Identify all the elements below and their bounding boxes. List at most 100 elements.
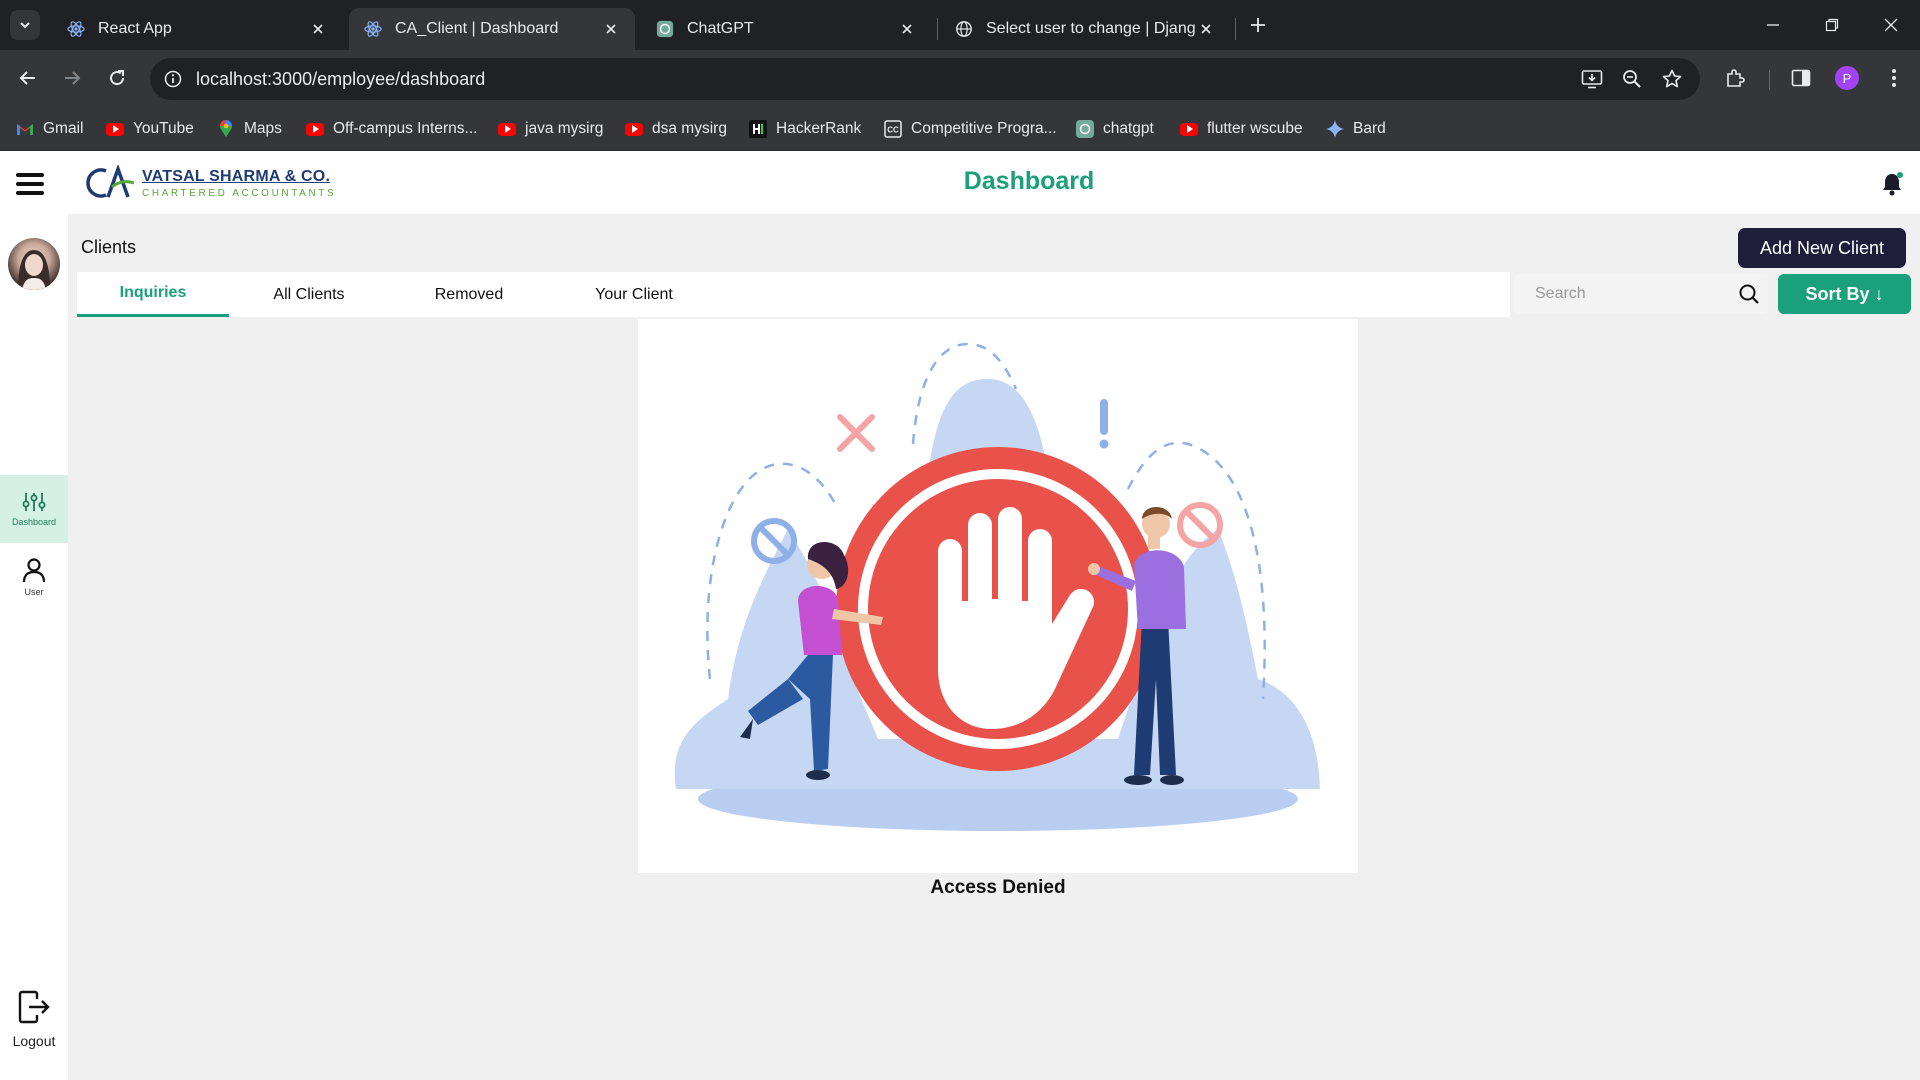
- profile-avatar[interactable]: P: [1835, 66, 1859, 90]
- tab-title: Select user to change | Django s: [986, 20, 1196, 37]
- prohibited-icon-right: [1177, 502, 1223, 548]
- close-icon[interactable]: [601, 19, 621, 39]
- bookmark-label: HackerRank: [776, 120, 862, 137]
- react-icon: [66, 19, 86, 39]
- extensions-button[interactable]: [1718, 61, 1752, 95]
- youtube-icon: [1180, 120, 1198, 138]
- logout-icon: [18, 990, 50, 1024]
- bookmark-hackerrank[interactable]: HackerRank: [749, 117, 861, 141]
- chatgpt-icon: [1076, 120, 1094, 138]
- youtube-icon: [498, 120, 516, 138]
- globe-icon: [954, 19, 974, 39]
- bookmark-label: Competitive Progra...: [911, 120, 1057, 137]
- bookmark-label: flutter wscube: [1207, 120, 1303, 137]
- close-window-button[interactable]: [1862, 0, 1920, 50]
- add-new-client-button[interactable]: Add New Client: [1738, 228, 1906, 268]
- browser-toolbar: localhost:3000/employee/dashboard P: [0, 50, 1920, 107]
- arrow-left-icon: [19, 71, 35, 85]
- bookmark-label: Bard: [1353, 120, 1386, 137]
- browser-tab-strip: React App CA_Client | Dashboard ChatGPT …: [0, 0, 1920, 50]
- chevron-down-icon: [20, 22, 30, 29]
- bookmark-flutter-wscube[interactable]: flutter wscube: [1180, 117, 1303, 141]
- access-denied-illustration: [638, 319, 1358, 873]
- bookmark-youtube[interactable]: YouTube: [106, 117, 194, 141]
- tab-title: ChatGPT: [687, 20, 754, 37]
- zoom-icon[interactable]: [1619, 66, 1645, 92]
- tab-all-clients[interactable]: All Clients: [229, 272, 389, 317]
- gmail-icon: [16, 120, 34, 138]
- close-icon[interactable]: [308, 19, 328, 39]
- maps-icon: [217, 120, 235, 138]
- back-button[interactable]: [11, 61, 45, 95]
- tab-title: CA_Client | Dashboard: [395, 20, 559, 37]
- sliders-icon: [22, 493, 46, 511]
- user-avatar[interactable]: [8, 238, 60, 290]
- more-vertical-icon: [1892, 69, 1896, 87]
- sidebar-item-dashboard[interactable]: Dashboard: [0, 475, 68, 543]
- bookmark-competitive-programming[interactable]: CC Competitive Progra...: [884, 117, 1057, 141]
- reload-button[interactable]: [100, 61, 134, 95]
- sort-by-button[interactable]: Sort By ↓: [1778, 274, 1911, 314]
- logout-button[interactable]: Logout: [0, 989, 68, 1067]
- bookmark-chatgpt[interactable]: chatgpt: [1076, 117, 1154, 141]
- toolbar-divider: [1769, 70, 1770, 90]
- search-icon[interactable]: [1738, 283, 1760, 305]
- bookmark-java-mysirg[interactable]: java mysirg: [498, 117, 603, 141]
- youtube-icon: [625, 120, 643, 138]
- address-bar[interactable]: localhost:3000/employee/dashboard: [150, 58, 1700, 100]
- browser-tab[interactable]: Select user to change | Django s: [940, 8, 1230, 50]
- menu-button[interactable]: [1877, 61, 1911, 95]
- bookmark-off-campus[interactable]: Off-campus Interns...: [306, 117, 477, 141]
- logout-label: Logout: [12, 1033, 56, 1049]
- react-icon: [363, 19, 383, 39]
- tab-separator: [1235, 18, 1236, 40]
- side-panel-button[interactable]: [1784, 61, 1818, 95]
- access-denied-message: Access Denied: [930, 877, 1066, 898]
- youtube-icon: [306, 120, 324, 138]
- close-icon[interactable]: [897, 19, 917, 39]
- bookmark-label: Maps: [244, 120, 282, 137]
- access-denied-image: [674, 342, 1320, 831]
- browser-tab[interactable]: React App: [52, 8, 342, 50]
- puzzle-icon: [1727, 69, 1745, 87]
- bookmark-bard[interactable]: Bard: [1326, 117, 1386, 141]
- restore-button[interactable]: [1803, 0, 1861, 50]
- arrow-right-icon: [65, 71, 81, 85]
- tab-title: React App: [98, 20, 172, 37]
- minimize-icon: [1767, 24, 1779, 26]
- search-box: [1514, 274, 1768, 314]
- exclamation-icon: [1099, 399, 1109, 449]
- new-tab-button[interactable]: [1243, 12, 1273, 38]
- bookmark-dsa-mysirg[interactable]: dsa mysirg: [625, 117, 727, 141]
- tab-removed[interactable]: Removed: [389, 272, 549, 317]
- cross-mark-icon: [837, 414, 875, 452]
- bookmark-label: Off-campus Interns...: [333, 120, 478, 137]
- tab-your-client[interactable]: Your Client: [549, 272, 719, 317]
- stop-sign-icon: [836, 447, 1160, 771]
- url-text[interactable]: localhost:3000/employee/dashboard: [196, 69, 485, 90]
- notification-bell-icon[interactable]: [1880, 171, 1904, 197]
- svg-text:CC: CC: [887, 126, 899, 135]
- browser-tab[interactable]: ChatGPT: [641, 8, 931, 50]
- site-info-icon[interactable]: [160, 66, 186, 92]
- install-app-icon[interactable]: [1579, 66, 1605, 92]
- tab-inquiries[interactable]: Inquiries: [77, 272, 229, 317]
- bookmark-label: chatgpt: [1103, 120, 1154, 137]
- sidebar-item-user[interactable]: User: [0, 543, 68, 611]
- tab-separator: [937, 18, 938, 40]
- bookmark-gmail[interactable]: Gmail: [16, 117, 83, 141]
- minimize-button[interactable]: [1744, 0, 1802, 50]
- tab-search-button[interactable]: [10, 10, 40, 40]
- bookmarks-bar: Gmail YouTube Maps Off-campus Interns...…: [0, 107, 1920, 151]
- sidebar-item-label: User: [24, 587, 44, 597]
- bookmark-label: dsa mysirg: [652, 120, 727, 137]
- bookmark-maps[interactable]: Maps: [217, 117, 282, 141]
- browser-tab-active[interactable]: CA_Client | Dashboard: [349, 8, 635, 50]
- section-title: Clients: [81, 237, 137, 257]
- bookmark-star-icon[interactable]: [1659, 66, 1685, 92]
- user-icon: [22, 558, 46, 583]
- search-input[interactable]: [1514, 274, 1724, 314]
- bookmark-label: Gmail: [43, 120, 84, 137]
- close-icon[interactable]: [1196, 19, 1216, 39]
- forward-button[interactable]: [55, 61, 89, 95]
